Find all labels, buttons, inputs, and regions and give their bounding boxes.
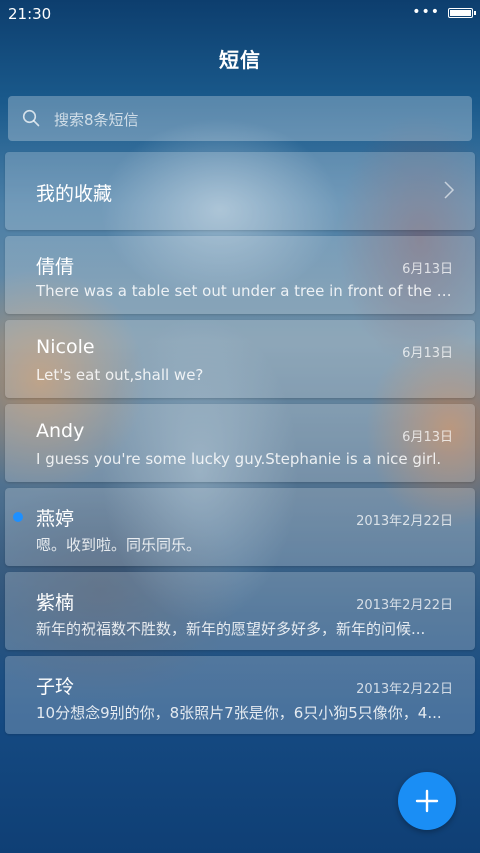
unread-indicator-icon	[13, 512, 23, 522]
message-date: 2013年2月22日	[356, 514, 453, 529]
contact-name: 紫楠	[36, 592, 75, 614]
message-preview: 嗯。收到啦。同乐同乐。	[36, 536, 202, 554]
message-date: 6月13日	[402, 430, 453, 445]
contact-name: Nicole	[36, 336, 95, 358]
message-date: 2013年2月22日	[356, 682, 453, 697]
message-preview: 10分想念9别的你，8张照片7张是你，6只小狗5只像你，4...	[36, 704, 442, 722]
chevron-right-icon	[444, 181, 455, 199]
message-date: 6月13日	[402, 346, 453, 361]
search-icon	[22, 109, 40, 127]
message-date: 2013年2月22日	[356, 598, 453, 613]
battery-icon	[448, 8, 476, 18]
message-item[interactable]: Andy 6月13日 I guess you're some lucky guy…	[5, 404, 475, 482]
message-item[interactable]: Nicole 6月13日 Let's eat out,shall we?	[5, 320, 475, 398]
message-preview: Let's eat out,shall we?	[36, 366, 204, 384]
contact-name: 子玲	[36, 676, 75, 698]
favorites-label: 我的收藏	[36, 183, 113, 205]
message-preview: There was a table set out under a tree i…	[36, 282, 454, 300]
search-placeholder: 搜索8条短信	[54, 111, 139, 129]
page-title: 短信	[219, 48, 261, 72]
favorites-item[interactable]: 我的收藏	[5, 152, 475, 230]
message-preview: 新年的祝福数不胜数，新年的愿望好多好多，新年的问候...	[36, 620, 426, 638]
status-time: 21:30	[8, 5, 52, 23]
signal-dots-icon: •••	[412, 4, 440, 20]
contact-name: Andy	[36, 420, 85, 442]
message-item[interactable]: 紫楠 2013年2月22日 新年的祝福数不胜数，新年的愿望好多好多，新年的问候.…	[5, 572, 475, 650]
contact-name: 燕婷	[36, 508, 75, 530]
new-message-button[interactable]	[398, 772, 456, 830]
plus-icon	[415, 789, 439, 813]
message-date: 6月13日	[402, 262, 453, 277]
message-item[interactable]: 倩倩 6月13日 There was a table set out under…	[5, 236, 475, 314]
contact-name: 倩倩	[36, 256, 75, 278]
message-item[interactable]: 子玲 2013年2月22日 10分想念9别的你，8张照片7张是你，6只小狗5只像…	[5, 656, 475, 734]
search-input[interactable]: 搜索8条短信	[8, 96, 472, 141]
status-bar: 21:30 •••	[0, 0, 480, 30]
message-item[interactable]: 燕婷 2013年2月22日 嗯。收到啦。同乐同乐。	[5, 488, 475, 566]
message-preview: I guess you're some lucky guy.Stephanie …	[36, 450, 442, 468]
